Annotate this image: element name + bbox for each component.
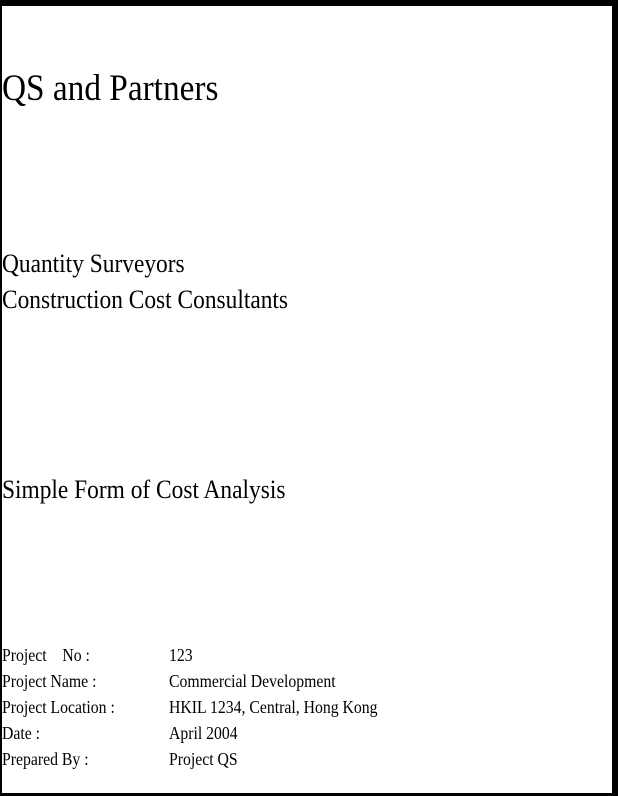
detail-value: Project QS [169, 749, 238, 769]
document-page: QS and Partners Quantity Surveyors Const… [2, 6, 612, 793]
service-quantity-surveyors: Quantity Surveyors [2, 249, 185, 278]
detail-label: Prepared By : [2, 749, 89, 769]
detail-value: Commercial Development [169, 671, 336, 691]
detail-value: 123 [169, 645, 193, 665]
service-cost-consultants: Construction Cost Consultants [2, 285, 289, 314]
detail-label: Project Name : [2, 671, 97, 691]
document-title: Simple Form of Cost Analysis [2, 475, 286, 504]
detail-value: HKIL 1234, Central, Hong Kong [169, 697, 378, 717]
detail-value: April 2004 [169, 723, 238, 743]
detail-label: Date : [2, 723, 41, 743]
company-name: QS and Partners [2, 68, 219, 109]
detail-label: Project No : [2, 645, 90, 665]
detail-label: Project Location : [2, 697, 115, 717]
